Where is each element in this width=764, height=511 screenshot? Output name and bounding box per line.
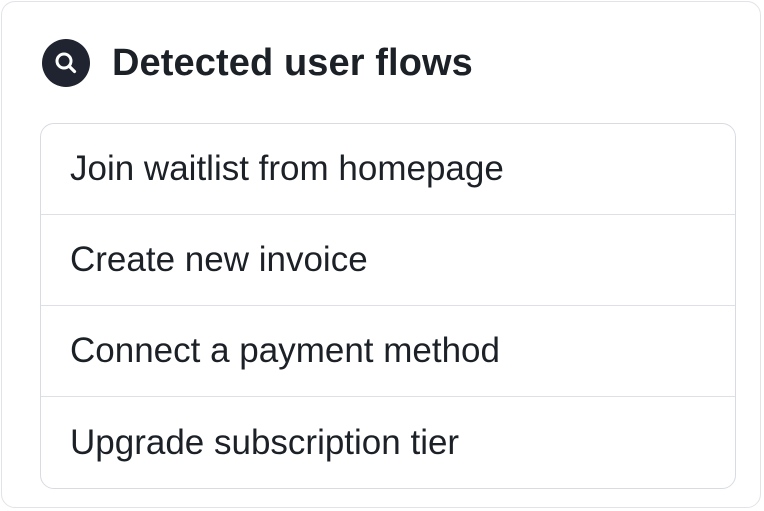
panel-header: Detected user flows xyxy=(42,38,473,88)
detected-flows-panel: Detected user flows Join waitlist from h… xyxy=(1,1,761,508)
flow-item-create-invoice[interactable]: Create new invoice xyxy=(41,215,735,306)
flow-list: Join waitlist from homepage Create new i… xyxy=(40,123,736,489)
flow-item-connect-payment[interactable]: Connect a payment method xyxy=(41,306,735,397)
flow-item-upgrade-subscription[interactable]: Upgrade subscription tier xyxy=(41,397,735,488)
panel-title: Detected user flows xyxy=(112,41,473,84)
flow-item-join-waitlist[interactable]: Join waitlist from homepage xyxy=(41,124,735,215)
search-icon xyxy=(42,39,90,87)
